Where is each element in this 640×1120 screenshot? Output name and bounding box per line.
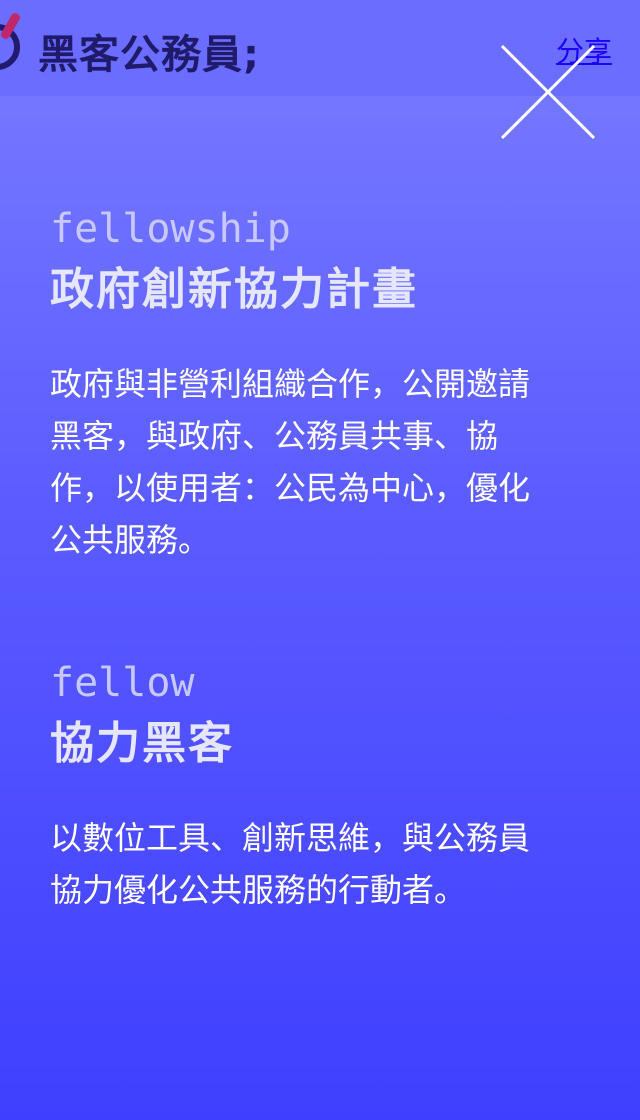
fellow-section: fellow 協力黑客 以數位工具、創新思維，與公務員協力優化公共服務的行動者。	[50, 658, 570, 916]
section-heading: 協力黑客	[50, 718, 234, 769]
fellowship-section: fellowship 政府創新協力計畫 政府與非營利組織合作，公開邀請黑客，與政…	[50, 204, 570, 566]
section-kicker: fellow	[50, 660, 195, 706]
close-button[interactable]	[498, 44, 598, 140]
section-kicker: fellowship	[50, 206, 291, 252]
section-description: 以數位工具、創新思維，與公務員協力優化公共服務的行動者。	[50, 819, 531, 909]
section-description: 政府與非營利組織合作，公開邀請黑客，與政府、公務員共事、協作，以使用者：公民為中…	[50, 365, 531, 559]
section-heading: 政府創新協力計畫	[50, 264, 418, 315]
site-title[interactable]: 黑客公務員;	[38, 22, 260, 80]
close-x-icon	[500, 44, 596, 140]
